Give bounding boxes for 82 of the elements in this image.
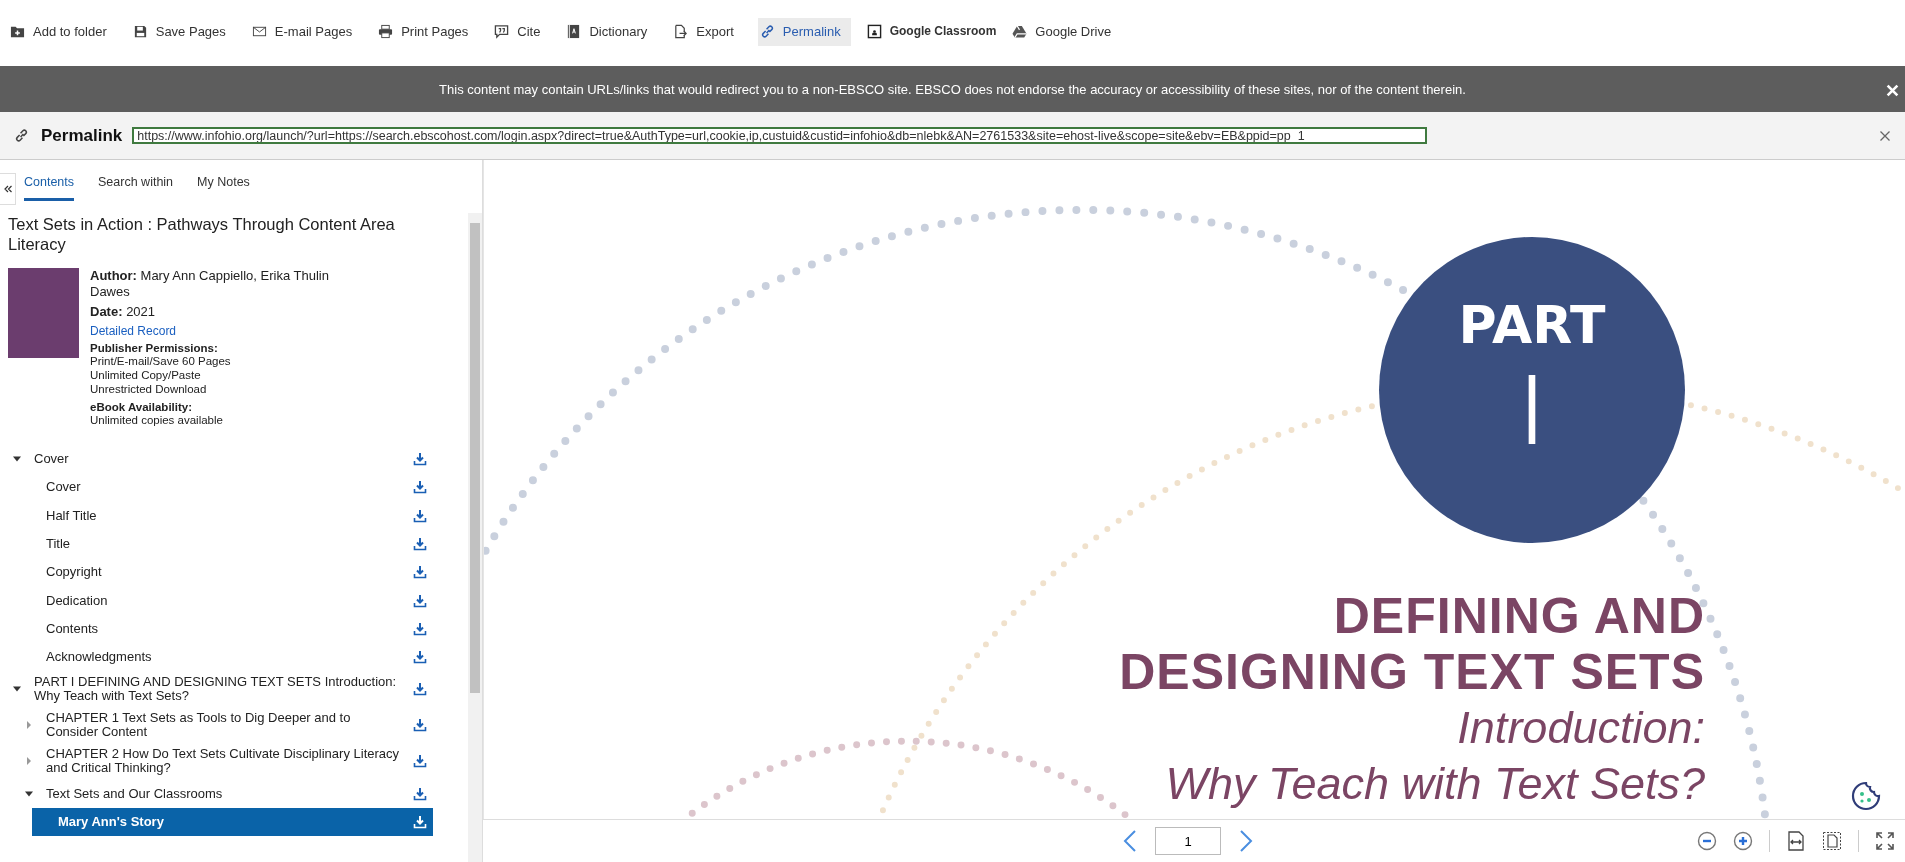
contents-item[interactable]: Cover xyxy=(20,473,433,502)
book-title: Text Sets in Action : Pathways Through Content Area Literacy xyxy=(8,214,396,254)
contents-item[interactable]: Acknowledgments xyxy=(20,643,433,672)
permalink-field[interactable]: https://www.infohio.org/launch/?url=https://search.ebscohost.com/login.aspx?direct=true&AuthType=url,cookie,ip,custuid&custid=infohio&db=nlebk&AN=2761533&site=ehost-live&scope=site&ebv=EB&ppid=pp_1 xyxy=(132,127,1428,144)
framed-person-icon xyxy=(866,23,882,39)
book-icon xyxy=(566,23,582,39)
link-icon xyxy=(14,128,29,143)
contents-item[interactable]: Contents xyxy=(20,614,433,644)
fit-width-icon[interactable] xyxy=(1786,831,1806,851)
date-text: Date: 2021 xyxy=(90,304,157,320)
double-chevron-left-icon xyxy=(2,184,13,194)
cookie-icon[interactable] xyxy=(1851,781,1881,811)
part-title: DESIGNING TEXT SETS xyxy=(1119,644,1705,700)
toolbar-button[interactable]: Dictionary xyxy=(564,18,658,46)
part-title: DEFINING AND xyxy=(1332,588,1705,644)
part-subtitle: Why Teach with Text Sets? xyxy=(1164,757,1705,811)
detailed-record-link[interactable]: Detailed Record xyxy=(90,324,350,338)
part-subtitle: Introduction: xyxy=(1456,701,1705,755)
collapse-button[interactable] xyxy=(0,173,16,205)
caret-right-icon[interactable] xyxy=(24,756,34,767)
sidebar-tab[interactable]: Search within xyxy=(98,171,174,201)
download-icon[interactable] xyxy=(413,508,427,523)
download-icon[interactable] xyxy=(413,537,427,552)
download-icon[interactable] xyxy=(413,718,427,733)
document-arrow-icon xyxy=(673,23,689,39)
sidebar-tab[interactable]: Contents xyxy=(24,171,75,201)
permission-text: Unrestricted Download xyxy=(90,382,208,396)
fit-page-icon[interactable] xyxy=(1822,831,1842,851)
scrollbar-thumb[interactable] xyxy=(470,223,480,693)
contents-item[interactable]: CHAPTER 2 How Do Text Sets Cultivate Disciplinary Literacy and Critical Thinking? xyxy=(20,743,433,780)
download-icon[interactable] xyxy=(413,452,427,467)
download-icon[interactable] xyxy=(413,682,427,697)
download-icon[interactable] xyxy=(413,480,427,495)
permalink-label: Permalink xyxy=(41,125,123,146)
contents-item[interactable]: Mary Ann's Story xyxy=(32,807,433,836)
permissions-label: Publisher Permissions: xyxy=(90,342,219,354)
contents-item[interactable]: PART I DEFINING AND DESIGNING TEXT SETS Introduction: Why Teach with Text Sets? xyxy=(8,671,433,708)
contents-item[interactable]: Copyright xyxy=(20,558,433,587)
download-icon[interactable] xyxy=(413,814,427,829)
availability-label: eBook Availability: xyxy=(90,401,194,413)
contents-item[interactable]: Cover xyxy=(8,445,433,474)
zoom-in-icon[interactable] xyxy=(1733,831,1753,851)
download-icon[interactable] xyxy=(413,565,427,580)
toolbar-button[interactable]: Google Classroom xyxy=(864,18,1007,46)
speech-bubble-icon xyxy=(494,23,510,39)
toolbar-button[interactable]: Add to folder xyxy=(8,18,117,46)
permission-text: Unlimited Copy/Paste xyxy=(90,368,202,382)
contents-item[interactable]: CHAPTER 1 Text Sets as Tools to Dig Deeper and to Consider Content xyxy=(20,707,433,744)
availability-text: Unlimited copies available xyxy=(90,413,224,427)
permission-text: Print/E-mail/Save 60 Pages xyxy=(90,354,232,368)
zoom-out-icon[interactable] xyxy=(1697,831,1717,851)
toolbar-button[interactable]: Print Pages xyxy=(376,18,479,46)
toolbar-button[interactable]: E-mail Pages xyxy=(249,18,363,46)
contents-item[interactable]: Title xyxy=(20,529,433,559)
fullscreen-icon[interactable] xyxy=(1875,831,1895,851)
printer-icon xyxy=(378,23,394,39)
download-icon[interactable] xyxy=(413,593,427,608)
toolbar-button[interactable]: Permalink xyxy=(757,18,851,46)
page-number-field[interactable]: 1 xyxy=(1155,827,1221,855)
caret-right-icon[interactable] xyxy=(24,720,34,731)
part-number: I xyxy=(1522,359,1542,459)
notice-text: This content may contain URLs/links that would redirect you to a non-EBSCO site. EBSCO does not endorse the accuracy or accessibility of these sites, nor of the content therein. xyxy=(439,81,1466,97)
sidebar-tab[interactable]: My Notes xyxy=(197,171,250,201)
download-icon[interactable] xyxy=(413,786,427,801)
download-icon[interactable] xyxy=(413,754,427,769)
previous-page-icon[interactable] xyxy=(1123,829,1137,853)
contents-item[interactable]: Half Title xyxy=(20,501,433,530)
toolbar-button[interactable]: Export xyxy=(671,18,744,46)
part-label: PART xyxy=(1458,299,1606,351)
scrollbar[interactable] xyxy=(468,213,482,862)
next-page-icon[interactable] xyxy=(1239,829,1253,853)
author-text: Author: Mary Ann Cappiello, Erika Thulin Dawes xyxy=(90,268,330,300)
contents-item[interactable]: Dedication xyxy=(20,586,433,615)
toolbar-button[interactable]: Google Drive xyxy=(1010,18,1122,46)
link-icon xyxy=(759,23,775,39)
toolbar-button[interactable]: Save Pages xyxy=(130,18,236,46)
toolbar-button[interactable]: Cite xyxy=(492,18,551,46)
close-icon[interactable] xyxy=(1879,130,1891,142)
contents-item[interactable]: Text Sets and Our Classrooms xyxy=(20,779,433,808)
download-icon[interactable] xyxy=(413,621,427,636)
download-icon[interactable] xyxy=(413,650,427,665)
triangle-logo-icon xyxy=(1012,23,1028,39)
